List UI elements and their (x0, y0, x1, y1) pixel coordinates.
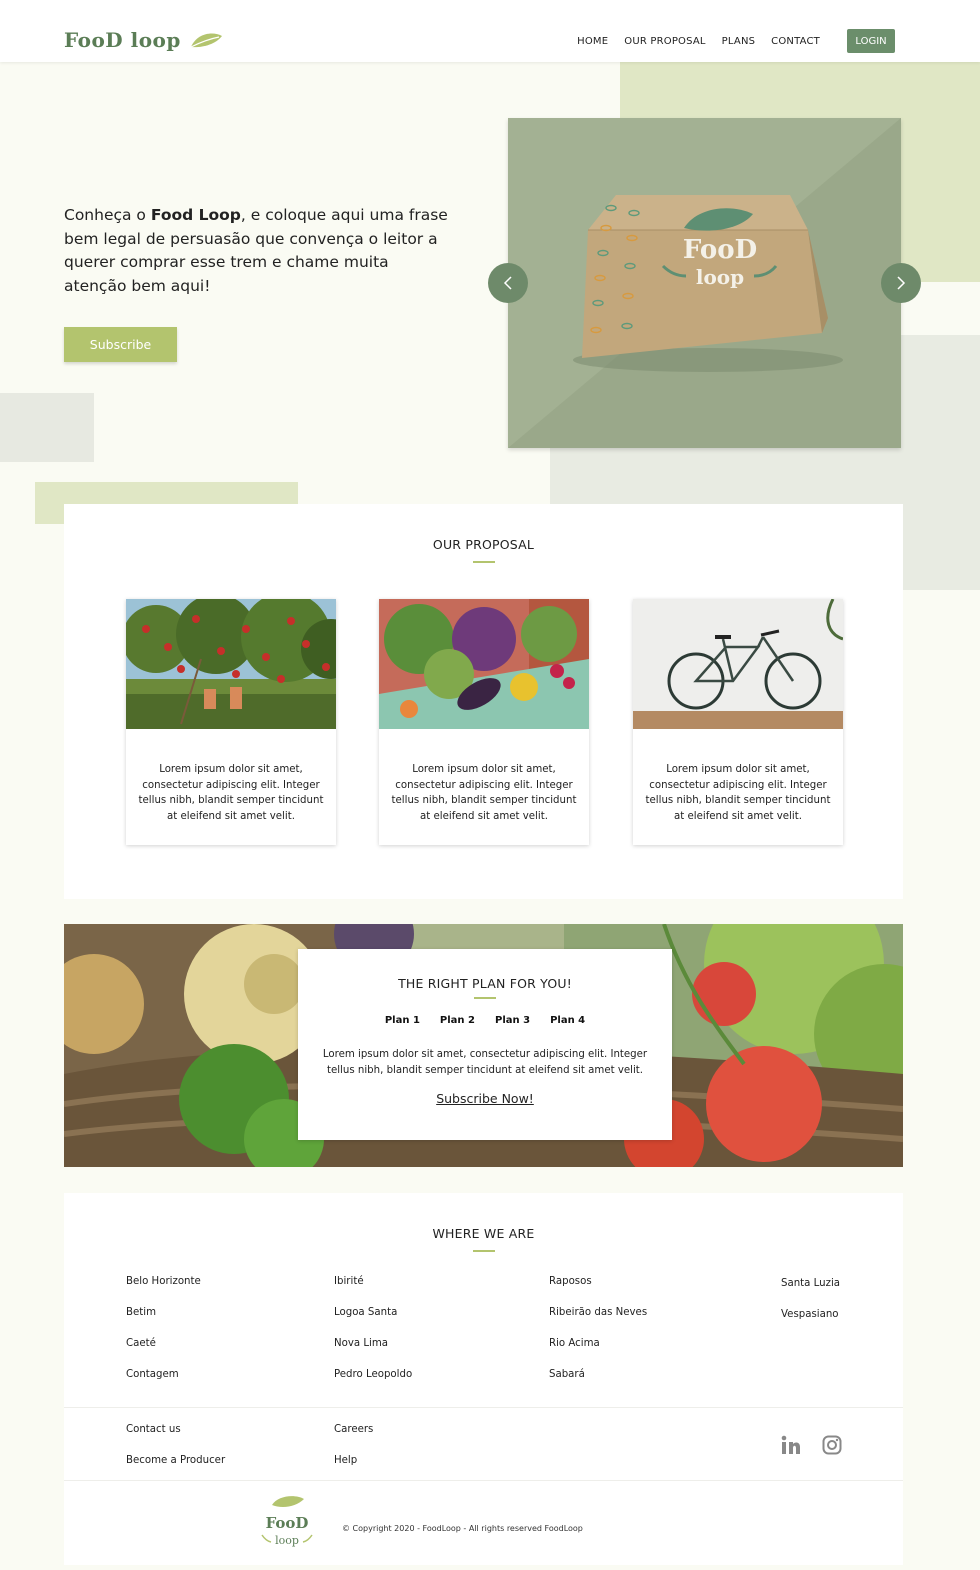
tab-plan-1[interactable]: Plan 1 (385, 1015, 420, 1026)
proposal-section: OUR PROPOSAL Lorem ipsum dolor sit amet,… (64, 504, 903, 899)
plans-card: THE RIGHT PLAN FOR YOU! Plan 1 Plan 2 Pl… (298, 949, 672, 1140)
linkedin-icon[interactable] (781, 1435, 801, 1455)
tab-plan-3[interactable]: Plan 3 (495, 1015, 530, 1026)
title-underline (472, 561, 495, 563)
where-title: WHERE WE ARE (432, 1226, 535, 1241)
card-description: Lorem ipsum dolor sit amet, consectetur … (645, 764, 831, 822)
chevron-left-icon (503, 276, 512, 290)
hero-brand-name: Food Loop (150, 206, 241, 224)
slider-prev-button[interactable] (488, 263, 528, 303)
box-product-image: FooD loop (508, 118, 901, 448)
city-item: Vespasiano (781, 1309, 839, 1320)
box-logo-bottom: loop (696, 265, 744, 289)
subscribe-now-link[interactable]: Subscribe Now! (298, 1091, 672, 1106)
subscribe-button[interactable]: Subscribe (64, 327, 177, 362)
footer-logo-top: FooD (266, 1514, 309, 1532)
footer-divider (64, 1480, 903, 1481)
careers-link[interactable]: Careers (334, 1424, 373, 1435)
proposal-card: Lorem ipsum dolor sit amet, consectetur … (633, 599, 843, 845)
hero-text-start: Conheça o (64, 206, 151, 224)
city-item: Sabará (549, 1369, 585, 1380)
leaf-icon (190, 33, 222, 48)
orchard-image (126, 599, 336, 729)
card-description: Lorem ipsum dolor sit amet, consectetur … (138, 764, 324, 822)
title-underline (474, 997, 496, 999)
city-item: Ribeirão das Neves (549, 1307, 648, 1318)
city-item: Santa Luzia (781, 1278, 841, 1289)
proposal-card: Lorem ipsum dolor sit amet, consectetur … (126, 599, 336, 845)
city-item: Nova Lima (334, 1338, 389, 1349)
chevron-right-icon (897, 276, 906, 290)
proposal-title: OUR PROPOSAL (432, 537, 535, 552)
where-we-are-section: WHERE WE ARE Belo Horizonte Betim Caeté … (64, 1193, 903, 1565)
nav-plans[interactable]: PLANS (722, 36, 756, 47)
proposal-card: Lorem ipsum dolor sit amet, consectetur … (379, 599, 589, 845)
plan-description: Lorem ipsum dolor sit amet, consectetur … (322, 1049, 648, 1076)
plan-tabs: Plan 1 Plan 2 Plan 3 Plan 4 (298, 1015, 672, 1026)
footer-divider (64, 1407, 903, 1408)
instagram-icon[interactable] (822, 1435, 842, 1455)
city-item: Caeté (126, 1338, 156, 1349)
slider-next-button[interactable] (881, 263, 921, 303)
city-item: Pedro Leopoldo (334, 1369, 413, 1380)
hero-backdrop-block (0, 393, 94, 462)
city-item: Ibirité (334, 1276, 364, 1287)
contact-us-link[interactable]: Contact us (126, 1424, 181, 1435)
main-nav: HOME OUR PROPOSAL PLANS CONTACT (561, 36, 820, 47)
card-description: Lorem ipsum dolor sit amet, consectetur … (391, 764, 577, 822)
title-underline (472, 1250, 495, 1252)
box-logo-top: FooD (683, 235, 757, 265)
site-logo[interactable]: FooD loop (64, 28, 223, 52)
hero-tagline: Conheça o Food Loop, e coloque aqui uma … (64, 204, 449, 298)
city-item: Raposos (549, 1276, 592, 1287)
city-item: Logoa Santa (334, 1307, 398, 1318)
hero-slider: FooD loop (508, 118, 901, 448)
logo-text: FooD loop (64, 28, 181, 52)
city-item: Betim (126, 1307, 157, 1318)
site-header: FooD loop HOME OUR PROPOSAL PLANS CONTAC… (0, 0, 980, 62)
city-item: Contagem (126, 1369, 179, 1380)
help-link[interactable]: Help (334, 1455, 357, 1466)
bicycle-image (633, 599, 843, 729)
tab-plan-4[interactable]: Plan 4 (550, 1015, 585, 1026)
login-button[interactable]: LOGIN (847, 29, 895, 53)
city-item: Rio Acima (549, 1338, 600, 1349)
nav-home[interactable]: HOME (577, 36, 608, 47)
copyright-text: © Copyright 2020 - FoodLoop - All rights… (342, 1524, 583, 1533)
become-producer-link[interactable]: Become a Producer (126, 1455, 225, 1466)
plans-title: THE RIGHT PLAN FOR YOU! (398, 976, 572, 991)
footer-logo: FooD loop (261, 1496, 313, 1547)
footer-logo-bottom: loop (275, 1534, 299, 1547)
tab-plan-2[interactable]: Plan 2 (440, 1015, 475, 1026)
city-item: Belo Horizonte (126, 1276, 201, 1287)
vegetable-crate-image (379, 599, 589, 729)
nav-contact[interactable]: CONTACT (771, 36, 820, 47)
nav-our-proposal[interactable]: OUR PROPOSAL (624, 36, 705, 47)
